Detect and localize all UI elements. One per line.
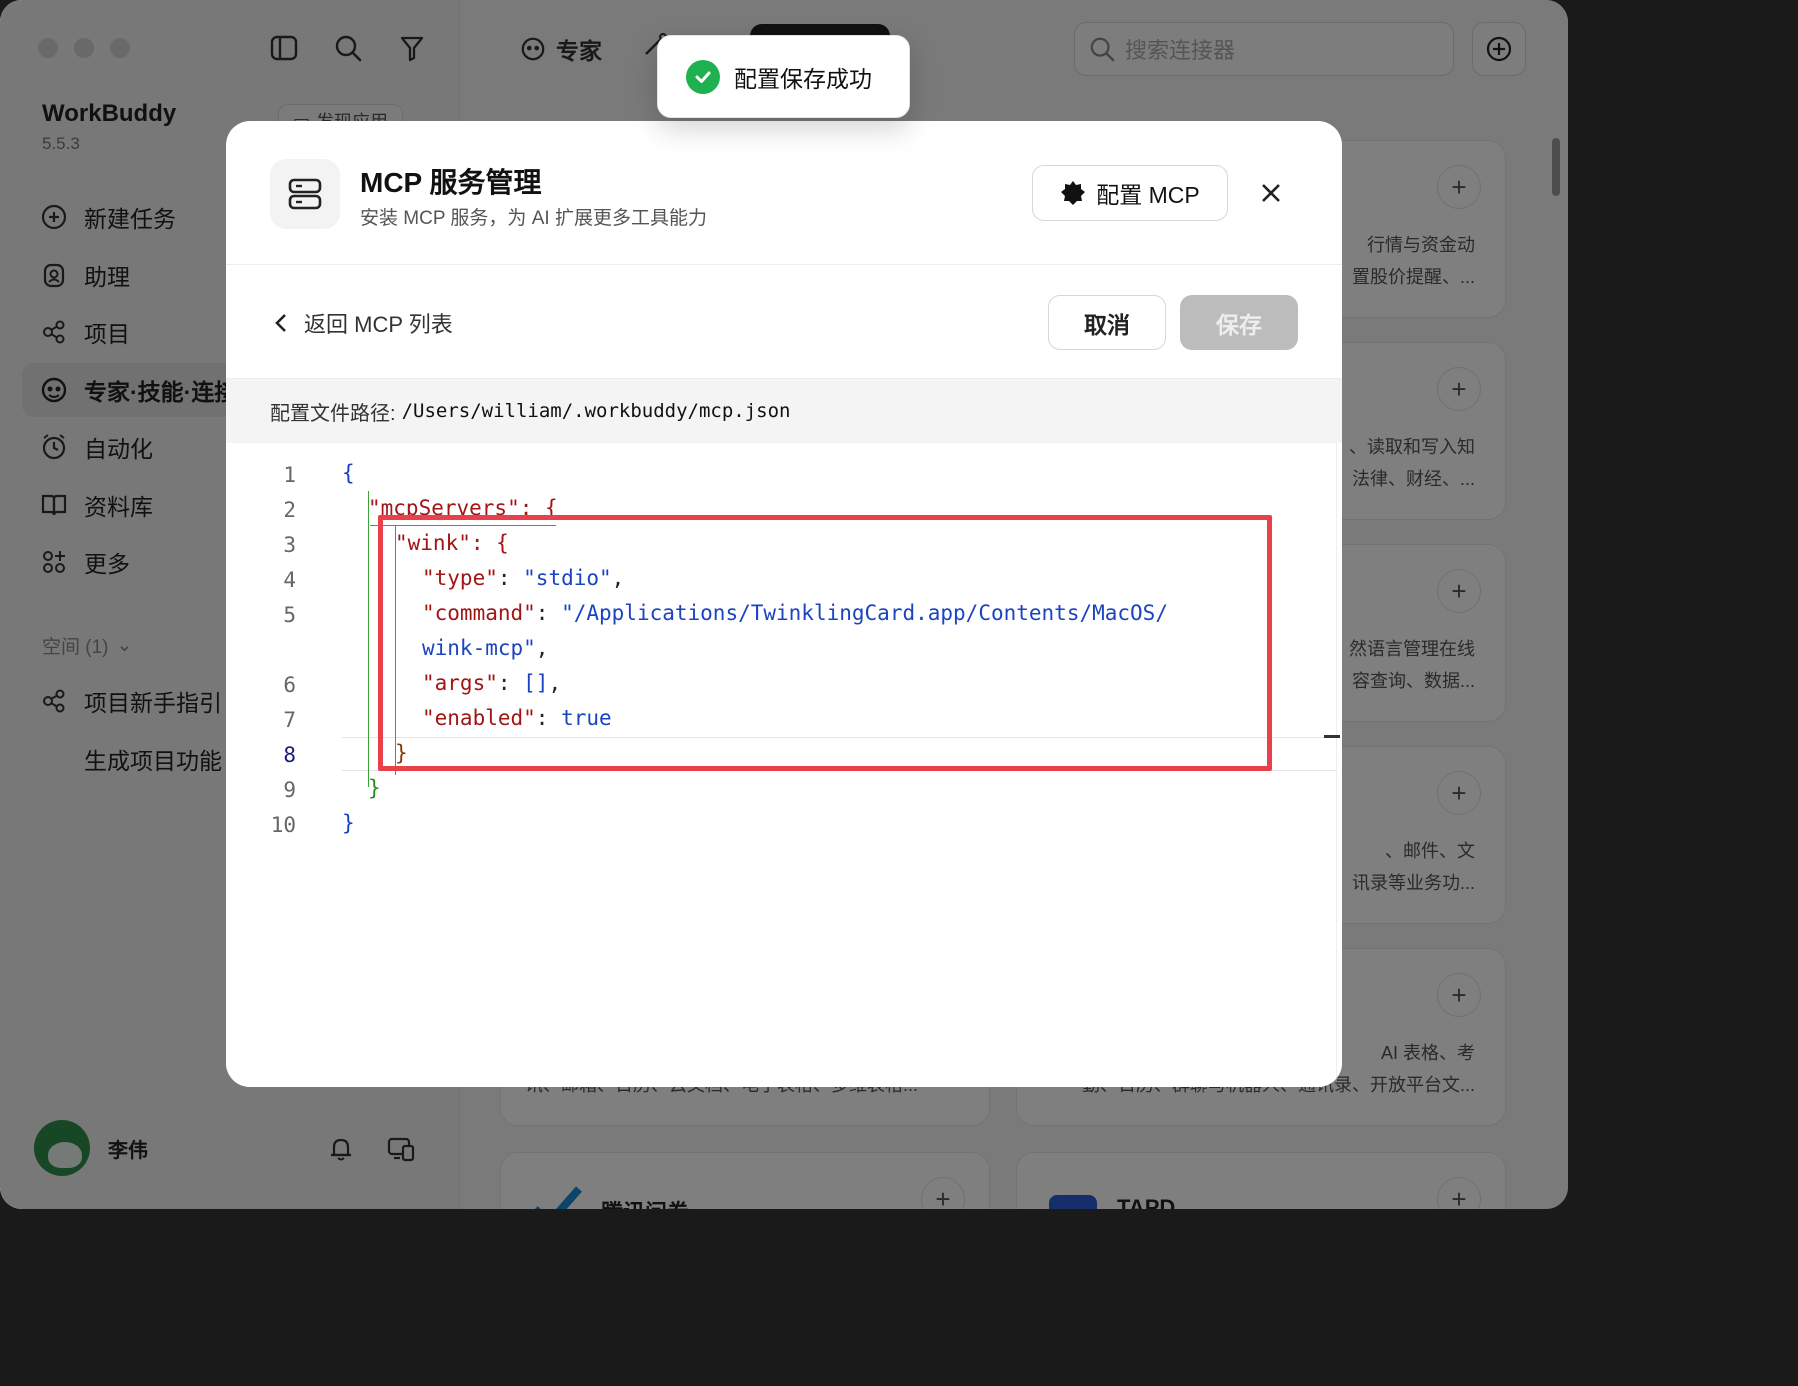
success-toast: 配置保存成功 (657, 35, 910, 118)
config-path-label: 配置文件路径: (270, 402, 396, 425)
line-number: 4 (283, 568, 296, 592)
line-number: 7 (283, 708, 296, 732)
line-number: 1 (283, 463, 296, 487)
line-number: 2 (283, 498, 296, 522)
line-number-current: 8 (283, 743, 296, 767)
back-to-mcp-list-link[interactable]: 返回 MCP 列表 (274, 307, 453, 339)
code-line: } (368, 776, 381, 800)
line-number: 3 (283, 533, 296, 557)
code-line: { (342, 461, 355, 485)
dialog-subtitle: 安装 MCP 服务，为 AI 扩展更多工具能力 (360, 208, 707, 229)
indent-guide (368, 491, 369, 787)
line-number: 5 (283, 603, 296, 627)
gear-icon (1061, 181, 1086, 205)
close-dialog-button[interactable] (1254, 173, 1288, 213)
dialog-title: MCP 服务管理 (360, 167, 542, 198)
code-line: } (342, 811, 355, 835)
config-mcp-label: 配置 MCP (1096, 182, 1200, 208)
dialog-header: MCP 服务管理 安装 MCP 服务，为 AI 扩展更多工具能力 配置 MCP (226, 121, 1342, 265)
config-path-value: /Users/william/.workbuddy/mcp.json (401, 400, 791, 422)
config-path-bar: 配置文件路径: /Users/william/.workbuddy/mcp.js… (226, 379, 1342, 443)
line-number: 9 (283, 778, 296, 802)
app-window: WorkBuddy 5.5.3 ▭ 发现应用 新建任务 助理 项目 专家·技能·… (0, 0, 1568, 1209)
chevron-left-icon (275, 314, 286, 332)
check-circle-icon (686, 59, 720, 94)
save-button[interactable]: 保存 (1180, 295, 1298, 350)
server-icon (270, 159, 340, 229)
editor-cursor-marker (1324, 735, 1340, 738)
toast-message: 配置保存成功 (734, 65, 872, 92)
editor-scroll-track (1336, 443, 1337, 1087)
close-icon (1262, 184, 1280, 202)
annotation-highlight-box (378, 515, 1272, 771)
line-number: 6 (283, 673, 296, 697)
cancel-button[interactable]: 取消 (1048, 295, 1166, 350)
config-mcp-button[interactable]: 配置 MCP (1032, 165, 1228, 221)
dialog-toolbar: 返回 MCP 列表 取消 保存 (226, 265, 1342, 379)
line-number: 10 (270, 813, 296, 837)
back-label: 返回 MCP 列表 (304, 312, 453, 337)
